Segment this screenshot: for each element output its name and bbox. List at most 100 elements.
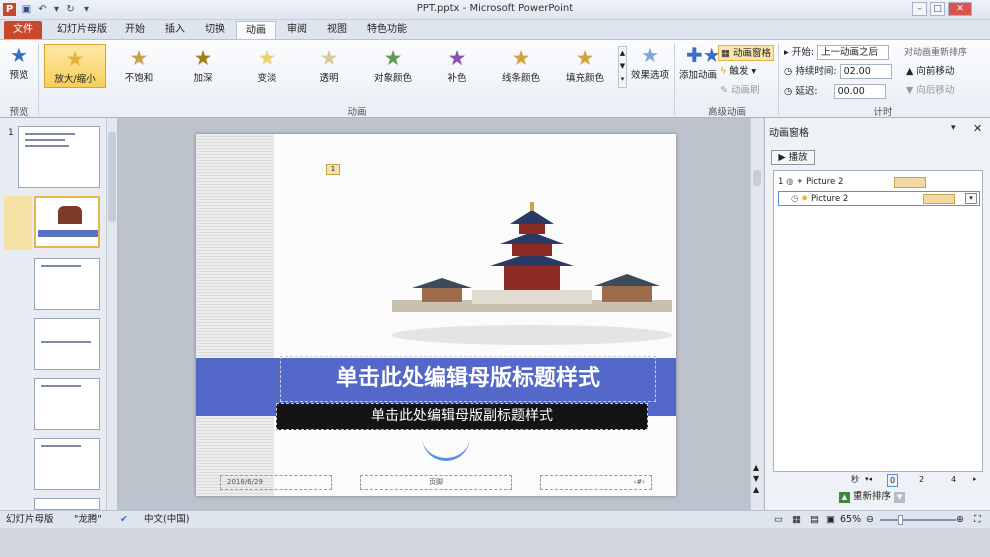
- brush-icon: ✎: [720, 85, 728, 96]
- anim-line-color[interactable]: ★ 线条颜色: [490, 44, 552, 88]
- timeline-ruler[interactable]: 秒 ▾◂ 0 2 4 ▸: [773, 474, 983, 487]
- ribbon-tabs: 文件 幻灯片母版 开始 插入 切换 动画 审阅 视图 特色功能: [0, 20, 990, 39]
- spellcheck-icon[interactable]: ✔: [120, 511, 128, 528]
- animation-list: 1 ◍ ✦ Picture 2 ◷ ✸ Picture 2 ▾: [773, 170, 983, 472]
- start-row: ▸ 开始: 上一动画之后: [784, 45, 902, 61]
- animation-painter-button[interactable]: ✎ 动画刷: [720, 83, 776, 99]
- master-subtitle-placeholder[interactable]: 单击此处编辑母版副标题样式: [276, 403, 648, 430]
- item-dropdown-icon[interactable]: ▾: [965, 193, 977, 204]
- layout-thumbnail[interactable]: [34, 498, 100, 510]
- master-thumbnail[interactable]: [18, 126, 100, 188]
- tab-view[interactable]: 视图: [318, 21, 356, 39]
- anim-zoom[interactable]: ★ 放大/缩小: [44, 44, 106, 88]
- item-name: Picture 2: [806, 177, 844, 187]
- anim-desaturate[interactable]: ★ 不饱和: [108, 44, 170, 88]
- divider: [778, 43, 779, 115]
- pane-close-icon[interactable]: ✕: [973, 122, 982, 135]
- fit-window-icon[interactable]: ⛶: [974, 511, 981, 528]
- slide-master[interactable]: 1 单击此处编辑母版标题样式 单击此处编辑母版副标题样式 2018/6/29 页…: [196, 134, 676, 496]
- slide-number-placeholder[interactable]: ‹#›: [540, 475, 652, 490]
- play-button[interactable]: ▶ 播放: [771, 150, 815, 165]
- zoom-out-icon[interactable]: ⊖: [866, 511, 874, 528]
- timeline-bar: [923, 194, 955, 204]
- tab-insert[interactable]: 插入: [156, 21, 194, 39]
- anim-label: 补色: [447, 73, 467, 84]
- reading-view-icon[interactable]: ▤: [810, 511, 819, 528]
- gallery-scroll[interactable]: ▲ ▼ ▾: [618, 46, 627, 88]
- star-icon: ★: [10, 43, 28, 67]
- layout-thumbnail[interactable]: [34, 318, 100, 370]
- effect-options-button[interactable]: ★ 效果选项: [630, 43, 670, 89]
- layout-thumbnail[interactable]: [34, 378, 100, 430]
- canvas-scrollbar[interactable]: ▲ ▼ ▲: [750, 118, 763, 510]
- tab-special[interactable]: 特色功能: [358, 21, 416, 39]
- layout-thumbnail-selected[interactable]: [34, 196, 100, 248]
- anim-darken[interactable]: ★ 加深: [172, 44, 234, 88]
- add-star-icon: ✚★: [686, 43, 721, 67]
- tab-transitions[interactable]: 切换: [196, 21, 234, 39]
- zoom-slider[interactable]: [880, 519, 956, 521]
- trigger-button[interactable]: ϟ 触发 ▾: [720, 64, 776, 80]
- anim-fill-color[interactable]: ★ 填充颜色: [554, 44, 616, 88]
- slideshow-icon[interactable]: ▣: [826, 511, 835, 528]
- scroll-right-icon[interactable]: ▸: [973, 474, 977, 485]
- reorder-down-icon[interactable]: ▼: [894, 492, 906, 503]
- start-dropdown[interactable]: 上一动画之后: [817, 45, 890, 60]
- layout-thumbnail[interactable]: [34, 258, 100, 310]
- zoom-level[interactable]: 65%: [840, 511, 861, 528]
- reorder-up-icon[interactable]: ▲: [839, 492, 850, 503]
- animation-item-selected[interactable]: ◷ ✸ Picture 2 ▾: [778, 191, 980, 206]
- animation-tag[interactable]: 1: [326, 164, 340, 175]
- star-icon: ★: [575, 46, 595, 70]
- add-animation-label: 添加动画: [678, 70, 717, 81]
- footer-placeholder[interactable]: 页脚: [360, 475, 512, 490]
- layout-thumbnail[interactable]: [34, 438, 100, 490]
- delay-input[interactable]: 00.00: [833, 84, 886, 99]
- star-icon: ★: [319, 46, 339, 70]
- scroll-thumb[interactable]: [753, 170, 761, 186]
- minimize-button[interactable]: –: [912, 2, 927, 16]
- anim-label: 对象颜色: [373, 73, 412, 84]
- group-advanced: 高级动画: [707, 107, 746, 118]
- preview-button[interactable]: ★ 预览: [2, 43, 36, 89]
- tab-animations[interactable]: 动画: [236, 21, 276, 39]
- animation-pane: 动画窗格 ▾ ✕ ▶ 播放 1 ◍ ✦ Picture 2 ◷ ✸ Pictur…: [764, 118, 990, 510]
- thumbnails-scrollbar[interactable]: [106, 118, 117, 510]
- anim-transparency[interactable]: ★ 透明: [298, 44, 360, 88]
- stripes-background: [196, 134, 274, 496]
- scroll-thumb[interactable]: [108, 132, 116, 222]
- animation-item[interactable]: 1 ◍ ✦ Picture 2: [778, 175, 978, 190]
- date-placeholder[interactable]: 2018/6/29: [220, 475, 332, 490]
- zoom-slider-thumb[interactable]: [898, 515, 903, 525]
- anim-lighten[interactable]: ★ 变淡: [236, 44, 298, 88]
- status-bar: 幻灯片母版 "龙腾" ✔ 中文(中国) ▭ ▦ ▤ ▣ 65% ⊖ ⊕ ⛶: [0, 510, 990, 528]
- tab-slide-master[interactable]: 幻灯片母版: [48, 21, 116, 39]
- pane-menu-icon[interactable]: ▾: [951, 123, 956, 133]
- anim-label: 加深: [193, 73, 213, 84]
- tab-review[interactable]: 审阅: [278, 21, 316, 39]
- duration-input[interactable]: 02.00: [839, 64, 892, 79]
- maximize-button[interactable]: □: [930, 2, 945, 16]
- close-button[interactable]: ✕: [948, 2, 972, 16]
- pane-icon: ▦: [721, 48, 730, 59]
- move-earlier-button[interactable]: ▲ 向前移动: [906, 64, 986, 80]
- reorder-label: 对动画重新排序: [904, 48, 968, 58]
- temple-image[interactable]: [382, 200, 676, 348]
- page-nav-icons[interactable]: ▲ ▼ ▲: [753, 462, 759, 495]
- anim-complementary[interactable]: ★ 补色: [426, 44, 488, 88]
- master-title-placeholder[interactable]: 单击此处编辑母版标题样式: [280, 356, 656, 402]
- slide-thumbnails-pane: 1: [0, 118, 118, 510]
- language[interactable]: 中文(中国): [144, 511, 189, 528]
- move-later-button[interactable]: ▼ 向后移动: [906, 83, 986, 99]
- add-animation-button[interactable]: ✚★ 添加动画: [678, 43, 721, 89]
- zoom-in-icon[interactable]: ⊕: [956, 511, 964, 528]
- view-name: 幻灯片母版: [6, 514, 54, 525]
- normal-view-icon[interactable]: ▭: [774, 511, 783, 528]
- zoom-dropdown-icon[interactable]: ▾◂: [865, 474, 872, 485]
- animation-pane-button[interactable]: ▦ 动画窗格: [718, 45, 774, 61]
- sorter-view-icon[interactable]: ▦: [792, 511, 801, 528]
- tab-home[interactable]: 开始: [116, 21, 154, 39]
- tab-file[interactable]: 文件: [4, 21, 42, 39]
- anim-object-color[interactable]: ★ 对象颜色: [362, 44, 424, 88]
- star-icon: ★: [383, 46, 403, 70]
